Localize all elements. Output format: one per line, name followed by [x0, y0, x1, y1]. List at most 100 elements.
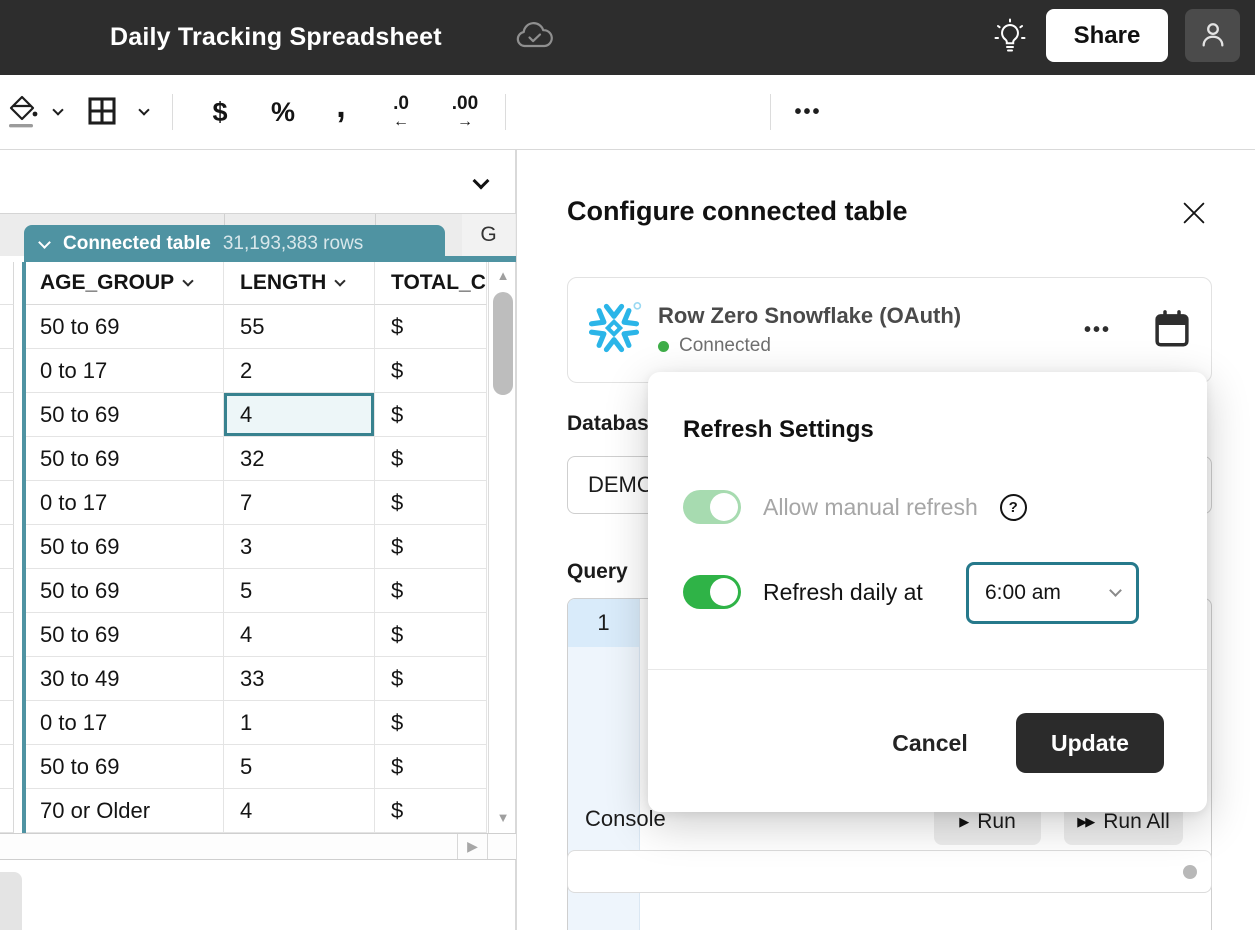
connector-menu-button[interactable]: ••• [1078, 318, 1117, 343]
scroll-down-arrow[interactable]: ▼ [489, 810, 517, 825]
scroll-right-arrow[interactable]: ▶ [458, 834, 487, 859]
database-value: DEMO [588, 472, 654, 498]
horizontal-scrollbar[interactable]: ▶ [0, 833, 516, 860]
daily-refresh-label: Refresh daily at [763, 579, 923, 606]
cell-length[interactable]: 1 [224, 701, 375, 745]
fill-color-dropdown[interactable] [44, 75, 72, 149]
row-count-label: 31,193,383 rows [223, 233, 364, 255]
cell-age-group[interactable]: 50 to 69 [26, 393, 224, 437]
connected-table-badge[interactable]: Connected table 31,193,383 rows [24, 225, 445, 262]
scroll-up-arrow[interactable]: ▲ [489, 268, 517, 283]
cell-age-group[interactable]: 0 to 17 [26, 349, 224, 393]
vertical-scrollbar[interactable]: ▲ ▼ [488, 262, 516, 833]
table-row: 50 to 69 4 $ [0, 393, 487, 437]
increase-decimal-button[interactable]: .00 → [437, 75, 493, 149]
chevron-down-icon [1109, 584, 1122, 597]
refresh-daily-toggle[interactable] [683, 575, 741, 609]
cell-age-group[interactable]: 50 to 69 [26, 745, 224, 789]
cell-age-group[interactable]: 50 to 69 [26, 305, 224, 349]
cell-age-group[interactable]: 50 to 69 [26, 525, 224, 569]
toolbar-divider [770, 94, 771, 130]
column-header-g[interactable]: G [462, 214, 515, 256]
close-panel-button[interactable] [1178, 198, 1210, 230]
cell-total[interactable]: $ [375, 437, 487, 481]
cell-age-group[interactable]: 50 to 69 [26, 613, 224, 657]
cell-total[interactable]: $ [375, 569, 487, 613]
cell-age-group[interactable]: 0 to 17 [26, 481, 224, 525]
cell-age-group[interactable]: 50 to 69 [26, 437, 224, 481]
update-button[interactable]: Update [1016, 713, 1164, 773]
row-number-gutter [0, 349, 14, 393]
vertical-scrollbar-thumb[interactable] [493, 292, 513, 395]
popup-title: Refresh Settings [683, 416, 874, 444]
collapse-toolbar-button[interactable] [463, 166, 499, 198]
cell-length[interactable]: 7 [224, 481, 375, 525]
cell-length[interactable]: 33 [224, 657, 375, 701]
cell-length[interactable]: 4 [224, 393, 375, 437]
cell-length[interactable]: 3 [224, 525, 375, 569]
chevron-down-icon [52, 104, 63, 115]
cell-total[interactable]: $ [375, 613, 487, 657]
cell-total[interactable]: $ [375, 525, 487, 569]
table-body: 50 to 69 55 $ 0 to 17 2 $ 50 to 69 4 [0, 305, 487, 833]
percent-format-button[interactable]: % [255, 75, 311, 149]
cell-total[interactable]: $ [375, 701, 487, 745]
table-row: 50 to 69 5 $ [0, 569, 487, 613]
connected-table-left-border [22, 262, 26, 833]
popup-divider [648, 669, 1207, 670]
cell-length[interactable]: 5 [224, 569, 375, 613]
cell-age-group[interactable]: 30 to 49 [26, 657, 224, 701]
cell-length[interactable]: 5 [224, 745, 375, 789]
column-header-length[interactable]: LENGTH [224, 262, 375, 305]
fast-forward-icon: ▶▶ [1077, 814, 1093, 830]
cell-age-group[interactable]: 70 or Older [26, 789, 224, 833]
cell-length[interactable]: 32 [224, 437, 375, 481]
decrease-decimal-button[interactable]: .0 ← [375, 75, 427, 149]
cell-total[interactable]: $ [375, 745, 487, 789]
cell-age-group[interactable]: 0 to 17 [26, 701, 224, 745]
cell-total[interactable]: $ [375, 481, 487, 525]
tips-lightbulb-button[interactable] [984, 16, 1036, 63]
account-avatar-button[interactable] [1185, 9, 1240, 62]
row-number-gutter [0, 613, 14, 657]
cancel-button[interactable]: Cancel [870, 718, 990, 768]
more-options-button[interactable]: ••• [786, 75, 830, 149]
percent-icon: % [271, 97, 295, 128]
manual-refresh-row: Allow manual refresh ? [683, 490, 1027, 524]
cell-total[interactable]: $ [375, 657, 487, 701]
cell-total[interactable]: $ [375, 789, 487, 833]
cell-length[interactable]: 2 [224, 349, 375, 393]
column-header-age-group[interactable]: AGE_GROUP [26, 262, 224, 305]
table-row: 70 or Older 4 $ [0, 789, 487, 833]
help-question-icon[interactable]: ? [1000, 494, 1027, 521]
cell-total[interactable]: $ [375, 393, 487, 437]
connector-name: Row Zero Snowflake (OAuth) [658, 303, 1062, 329]
cell-total[interactable]: $ [375, 305, 487, 349]
refresh-time-value: 6:00 am [985, 581, 1111, 605]
toolbar-divider [172, 94, 173, 130]
document-title: Daily Tracking Spreadsheet [110, 0, 442, 75]
table-row: 50 to 69 32 $ [0, 437, 487, 481]
row-number-gutter [0, 745, 14, 789]
allow-manual-refresh-toggle[interactable] [683, 490, 741, 524]
resize-grip[interactable] [1183, 865, 1197, 879]
cell-age-group[interactable]: 50 to 69 [26, 569, 224, 613]
share-button[interactable]: Share [1046, 9, 1168, 62]
spreadsheet-area: G Connected table 31,193,383 rows AGE_GR… [0, 150, 516, 930]
schedule-calendar-button[interactable] [1151, 308, 1193, 353]
cell-total[interactable]: $ [375, 349, 487, 393]
cell-length[interactable]: 55 [224, 305, 375, 349]
connected-table-label: Connected table [63, 233, 211, 255]
column-header-total[interactable]: TOTAL_C [375, 262, 487, 305]
refresh-time-select[interactable]: 6:00 am [966, 562, 1139, 624]
comma-format-button[interactable]: , [316, 75, 366, 149]
cell-length[interactable]: 4 [224, 613, 375, 657]
table-row: 50 to 69 5 $ [0, 745, 487, 789]
fill-color-button[interactable] [4, 75, 44, 149]
currency-format-button[interactable]: $ [192, 75, 248, 149]
cell-length[interactable]: 4 [224, 789, 375, 833]
chevron-down-icon [138, 104, 149, 115]
paint-bucket-icon [7, 93, 41, 132]
borders-dropdown[interactable] [130, 75, 158, 149]
borders-button[interactable] [80, 75, 124, 149]
